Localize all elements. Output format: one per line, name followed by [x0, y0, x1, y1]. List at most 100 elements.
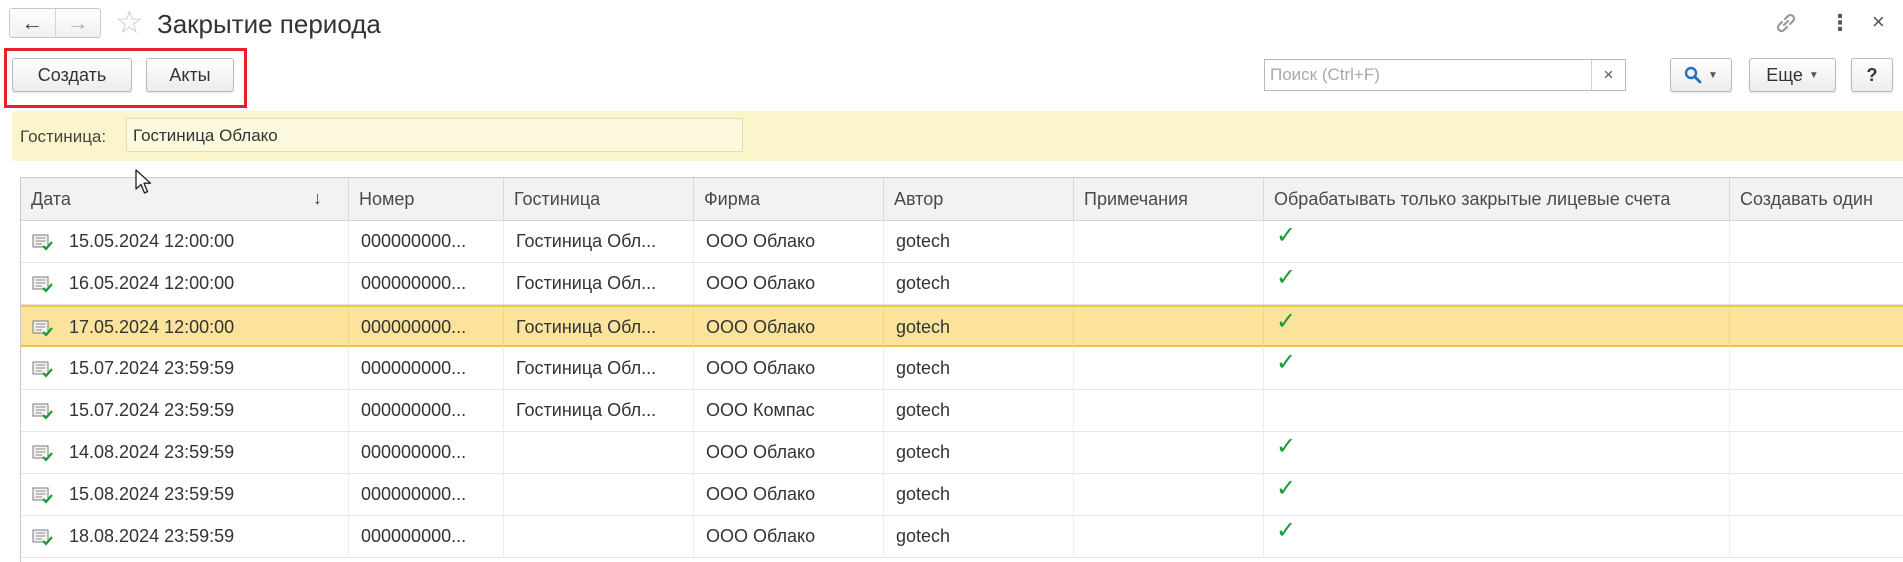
table-row[interactable]: 14.08.2024 23:59:59 000000000... ООО Облак…: [21, 432, 1903, 474]
cell-number: 000000000...: [349, 474, 504, 515]
search-input[interactable]: [1265, 60, 1585, 90]
cell-number: 000000000...: [349, 432, 504, 472]
cell-closed-accounts: ✓: [1264, 347, 1730, 388]
cell-hotel: [504, 432, 694, 472]
column-label: Обрабатывать только закрытые лицевые сче…: [1274, 189, 1671, 209]
cell-hotel: [504, 516, 694, 557]
sort-descending-icon: ↓: [313, 188, 322, 208]
table-row[interactable]: 15.07.2024 23:59:59 000000000... Гостиница…: [21, 347, 1903, 390]
clear-search-button[interactable]: ×: [1591, 60, 1625, 90]
cell-notes: [1074, 516, 1264, 557]
cell-author: gotech: [884, 263, 1074, 304]
checkmark-icon: ✓: [1276, 308, 1297, 336]
arrow-right-icon: →: [66, 10, 89, 35]
magnifier-icon: [1684, 66, 1702, 84]
cell-notes: [1074, 474, 1264, 515]
cell-hotel: Гостиница Обл...: [504, 263, 694, 304]
cell-author: gotech: [884, 516, 1074, 557]
cell-author: gotech: [884, 389, 1074, 430]
cell-firm: ООО Облако: [694, 263, 884, 304]
cell-closed-accounts: ✓: [1264, 474, 1730, 515]
cell-date: 14.08.2024 23:59:59: [21, 432, 349, 472]
date-value: 14.08.2024 23:59:59: [69, 442, 235, 462]
column-header-notes[interactable]: Примечания: [1074, 178, 1264, 221]
column-header-create-one[interactable]: Создавать один: [1730, 178, 1903, 221]
cell-create-one: [1730, 348, 1903, 388]
table-row[interactable]: 15.07.2024 23:59:59 000000000... Гостиница…: [21, 389, 1903, 432]
cell-firm: ООО Облако: [694, 432, 884, 472]
forward-button[interactable]: →: [54, 9, 101, 37]
cell-date: 15.05.2024 12:00:00: [21, 221, 349, 261]
back-button[interactable]: ←: [10, 9, 55, 37]
mouse-cursor-icon: [135, 169, 152, 194]
cell-firm: ООО Облако: [694, 474, 884, 515]
posted-document-icon: [32, 361, 53, 378]
cell-closed-accounts: ✓: [1264, 307, 1730, 348]
column-header-closed-accounts[interactable]: Обрабатывать только закрытые лицевые сче…: [1264, 178, 1730, 221]
cell-author: gotech: [884, 347, 1074, 388]
cell-hotel: Гостиница Обл...: [504, 347, 694, 388]
cell-number: 000000000...: [349, 516, 504, 557]
table-row[interactable]: 15.05.2024 12:00:00 000000000... Гостиница…: [21, 221, 1903, 263]
cell-create-one: [1730, 432, 1903, 472]
arrow-left-icon: ←: [21, 10, 44, 35]
posted-document-icon: [32, 445, 53, 462]
column-header-hotel[interactable]: Гостиница: [504, 178, 694, 221]
cell-firm: ООО Облако: [694, 347, 884, 388]
chevron-down-icon: ▼: [1808, 69, 1819, 81]
table-row[interactable]: 18.08.2024 23:59:59 000000000... ООО Облак…: [21, 516, 1903, 559]
cell-notes: [1074, 347, 1264, 388]
table-row[interactable]: 16.05.2024 12:00:00 000000000... Гостиница…: [21, 263, 1903, 306]
page-title: Закрытие периода: [157, 9, 381, 39]
column-label: Создавать один: [1740, 189, 1873, 209]
navigation-buttons: ← →: [9, 8, 101, 38]
documents-table: Дата ↓ Номер Гостиница Фирма Автор Приме…: [20, 177, 1903, 562]
close-icon[interactable]: ×: [1872, 9, 1885, 35]
cell-hotel: Гостиница Обл...: [504, 307, 694, 348]
cell-author: gotech: [884, 307, 1074, 348]
create-button[interactable]: Создать: [12, 58, 132, 92]
date-value: 15.07.2024 23:59:59: [69, 399, 235, 420]
cell-number: 000000000...: [349, 221, 504, 261]
cell-hotel: Гостиница Обл...: [504, 221, 694, 261]
more-menu-button[interactable]: Еще ▼: [1749, 58, 1836, 92]
cell-create-one: [1730, 263, 1903, 303]
help-button[interactable]: ?: [1851, 58, 1893, 92]
posted-document-icon: [32, 234, 53, 251]
column-header-number[interactable]: Номер: [349, 178, 504, 221]
checkmark-icon: ✓: [1276, 222, 1297, 249]
cell-hotel: Гостиница Обл...: [504, 389, 694, 430]
cell-author: gotech: [884, 221, 1074, 261]
checkmark-icon: ✓: [1276, 264, 1297, 292]
hotel-filter-label: Гостиница:: [20, 127, 107, 146]
find-button[interactable]: ▼: [1670, 58, 1732, 92]
vertical-dots-icon[interactable]: ⋮: [1829, 10, 1851, 36]
column-header-author[interactable]: Автор: [884, 178, 1074, 221]
cell-notes: [1074, 389, 1264, 430]
hotel-filter-field[interactable]: Гостиница Облако: [126, 118, 743, 152]
column-label: Номер: [359, 189, 415, 209]
table-row[interactable]: 17.05.2024 12:00:00 000000000... Гостиница…: [21, 305, 1903, 348]
cell-create-one: [1730, 390, 1903, 430]
acts-button[interactable]: Акты: [146, 58, 234, 92]
posted-document-icon: [32, 487, 53, 504]
column-header-date[interactable]: Дата: [21, 178, 349, 221]
date-value: 15.05.2024 12:00:00: [69, 231, 235, 251]
cell-firm: ООО Облако: [694, 516, 884, 557]
link-icon[interactable]: [1773, 10, 1799, 36]
checkmark-icon: ✓: [1276, 433, 1297, 460]
date-value: 15.07.2024 23:59:59: [69, 357, 235, 378]
column-header-firm[interactable]: Фирма: [694, 178, 884, 221]
cell-closed-accounts: ✓: [1264, 432, 1730, 472]
table-row[interactable]: 15.08.2024 23:59:59 000000000... ООО Облак…: [21, 474, 1903, 517]
star-icon[interactable]: ☆: [115, 6, 144, 38]
cell-closed-accounts: ✓: [1264, 516, 1730, 557]
cell-date: 17.05.2024 12:00:00: [21, 307, 349, 348]
checkmark-icon: ✓: [1276, 348, 1297, 376]
table-header: Дата ↓ Номер Гостиница Фирма Автор Приме…: [21, 178, 1903, 221]
column-label: Дата: [31, 189, 71, 209]
cell-number: 000000000...: [349, 389, 504, 430]
checkmark-icon: ✓: [1276, 475, 1297, 503]
filter-panel: Гостиница: Гостиница Облако: [12, 111, 1903, 161]
cell-notes: [1074, 221, 1264, 261]
